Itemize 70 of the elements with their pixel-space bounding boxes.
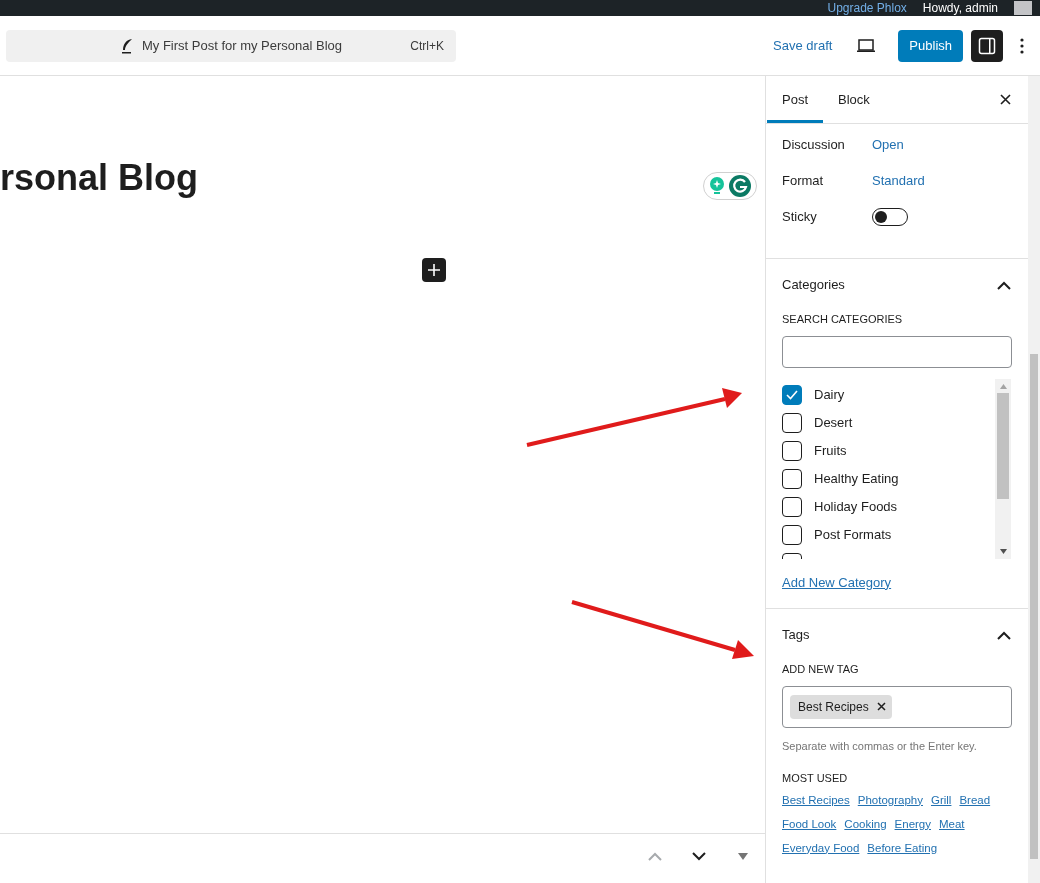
tag-link[interactable]: Cooking (844, 815, 887, 832)
triangle-down-icon[interactable] (738, 853, 748, 860)
setting-label: Sticky (782, 208, 818, 227)
sidebar-scrollbar[interactable] (1028, 76, 1040, 883)
save-draft-button[interactable]: Save draft (765, 27, 841, 64)
setting-label: Format (782, 172, 825, 191)
category-label[interactable]: Healthy Eating (814, 468, 899, 489)
search-field[interactable] (782, 335, 1012, 368)
setting-value-link[interactable]: Open (872, 135, 904, 155)
greeting-text: Howdy, admin (922, 1, 998, 15)
tag-link[interactable]: Best Recipes (782, 791, 850, 808)
avatar-icon (1014, 1, 1032, 15)
feather-icon (119, 37, 134, 54)
sidebar-tab[interactable]: Post (767, 76, 823, 123)
category-checkbox[interactable] (782, 440, 802, 461)
grammarly-widget[interactable] (703, 172, 757, 200)
sidebar-icon (978, 36, 996, 55)
category-label[interactable]: Holiday Foods (814, 496, 898, 517)
panel-title[interactable]: Tags (782, 625, 810, 645)
category-label[interactable]: Post Formats (814, 524, 892, 545)
laptop-icon[interactable] (856, 38, 877, 53)
tag-link[interactable]: Energy (894, 815, 931, 832)
close-icon[interactable] (1000, 94, 1011, 105)
add-block-button[interactable] (422, 258, 446, 282)
upgrade-link[interactable]: Upgrade Phlox (827, 1, 907, 15)
tag-link[interactable]: Photography (857, 791, 923, 808)
sidebar-tab[interactable]: Block (823, 76, 885, 123)
lightbulb-icon (709, 176, 725, 196)
plus-icon (428, 264, 440, 276)
panel-title[interactable]: Categories (782, 275, 845, 295)
tag-link[interactable]: Everyday Food (782, 839, 860, 856)
category-checkbox[interactable] (782, 384, 802, 405)
category-checkbox[interactable] (782, 524, 802, 545)
add-new-category-link[interactable]: Add New Category (782, 572, 892, 592)
tag-text: Best Recipes (798, 698, 869, 716)
setting-label: Discussion (782, 136, 846, 155)
field-label: ADD NEW TAG (782, 662, 860, 677)
chevron-down-icon[interactable] (692, 852, 706, 861)
category-checkbox[interactable] (782, 412, 802, 433)
setting-value-link[interactable]: Standard (872, 171, 925, 191)
more-options-icon[interactable] (1020, 37, 1024, 54)
tag-link[interactable]: Before Eating (867, 839, 938, 856)
post-title[interactable]: rsonal Blog (0, 156, 199, 200)
shortcut-text: Ctrl+K (410, 37, 444, 55)
command-bar[interactable]: My First Post for my Personal Blog Ctrl+K (6, 29, 456, 62)
category-checkbox[interactable] (782, 496, 802, 517)
field-label: MOST USED (782, 771, 849, 786)
remove-icon[interactable] (876, 702, 886, 711)
chevron-up-icon[interactable] (997, 630, 1011, 640)
chevron-up-icon[interactable] (997, 280, 1011, 290)
help-text: Separate with commas or the Enter key. (782, 738, 978, 754)
g-logo-icon (729, 175, 751, 197)
field-label: SEARCH CATEGORIES (782, 312, 904, 327)
scroll-down-icon[interactable] (999, 548, 1007, 554)
publish-button[interactable]: Publish (898, 29, 963, 62)
tag-link[interactable]: Food Look (782, 815, 837, 832)
tag-link[interactable]: Meat (939, 815, 965, 832)
settings-toggle[interactable] (971, 29, 1003, 62)
tag-link[interactable]: Bread (959, 791, 991, 808)
category-label[interactable]: Fruits (814, 440, 847, 461)
category-label[interactable]: Dairy (814, 384, 845, 405)
category-checkbox[interactable] (782, 468, 802, 489)
checkmark-icon (786, 389, 798, 400)
tag-link[interactable]: Grill (931, 791, 952, 808)
list-scrollbar[interactable] (995, 378, 1011, 559)
tag-input-field[interactable]: Best Recipes (782, 685, 1012, 728)
post-title-text: My First Post for my Personal Blog (141, 36, 343, 55)
sticky-toggle[interactable] (872, 208, 908, 226)
tag-token[interactable]: Best Recipes (790, 694, 892, 719)
category-label[interactable]: Desert (814, 412, 853, 433)
